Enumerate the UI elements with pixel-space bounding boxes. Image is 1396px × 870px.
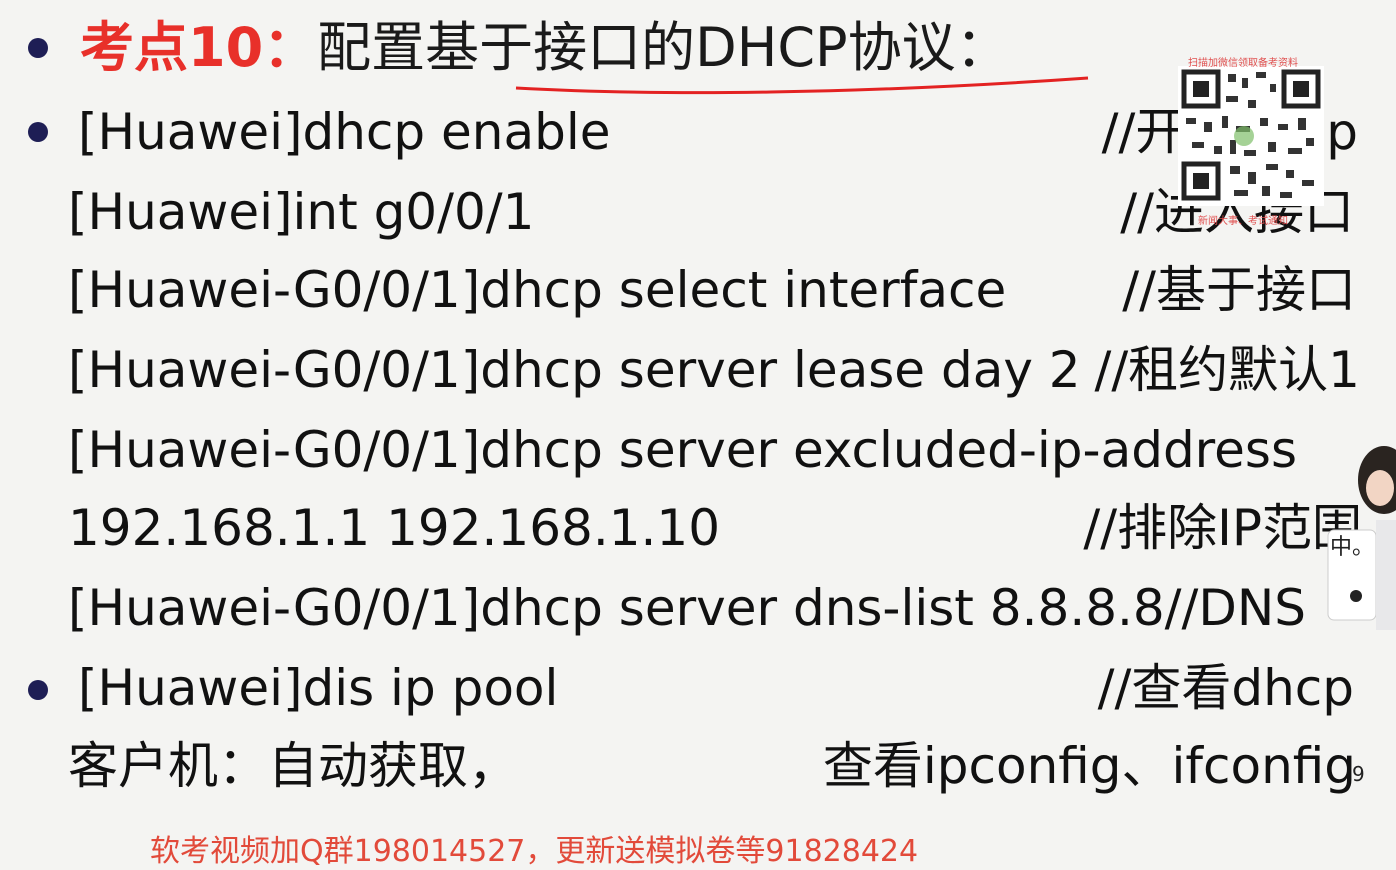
line-9-comment: 查看ipconfig、ifconfig [822,737,1356,795]
qr-code-image: 扫描加微信领取备考资料 新闻大事、考试通知 [1178,58,1324,227]
footer-caption: 软考视频加Q群198014527，更新送模拟卷等91828424 [150,834,919,869]
bullet-dis-ip-pool [28,680,48,700]
line-3-cmd: [Huawei-G0/0/1]dhcp select interface [68,261,1007,319]
line-5-cmd: [Huawei-G0/0/1]dhcp server excluded-ip-a… [68,421,1298,479]
line-6-comment: //排除IP范围 [1083,499,1362,557]
title-text: 配置基于接口的DHCP协议： [317,16,1010,79]
presenter-avatar: 中。 [1322,440,1396,630]
line-9-client: 客户机：自动获取， [68,737,518,795]
qr-caption-bottom: 新闻大事、考试通知 [1198,216,1288,227]
title-prefix: 考点10： [80,16,318,79]
line-6-cmd: 192.168.1.1 192.168.1.10 [68,499,721,557]
slide-title: 考点10：配置基于接口的DHCP协议： [80,16,1010,80]
line-8-comment: //查看dhcp [1097,659,1354,717]
line-1-cmd: [Huawei]dhcp enable [78,103,611,161]
line-4-cmd: [Huawei-G0/0/1]dhcp server lease day 2 [68,341,1081,399]
line-3-comment: //基于接口 [1122,261,1356,319]
avatar-caption: 中。 [1330,535,1375,560]
qr-caption-top: 扫描加微信领取备考资料 [1188,58,1298,69]
line-4-comment: //租约默认1 [1094,341,1360,399]
annotation-underline [515,76,1089,95]
line-7-cmd: [Huawei-G0/0/1]dhcp server dns-list 8.8.… [68,579,1165,637]
page-number: 9 [1352,762,1365,786]
bullet-dhcp-enable [28,122,48,142]
line-7-comment: //DNS [1164,579,1306,637]
bullet-title [28,38,48,58]
qr-code-icon [1178,66,1324,206]
line-8-cmd: [Huawei]dis ip pool [78,659,559,717]
line-2-cmd: [Huawei]int g0/0/1 [68,183,535,241]
